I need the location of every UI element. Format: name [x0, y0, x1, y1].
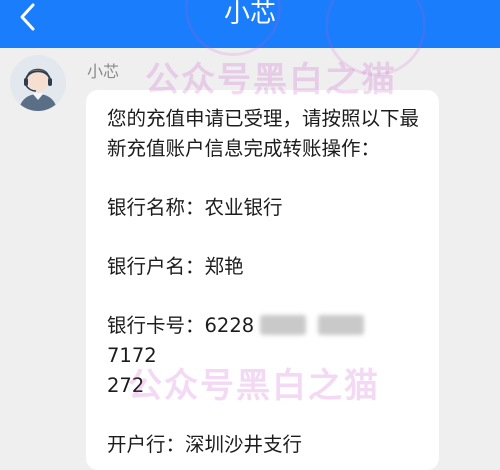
branch-line: 开户行：深圳沙井支行: [107, 433, 303, 456]
message-intro: 您的充值申请已受理，请按照以下最新充值账户信息完成转账操作：: [107, 107, 420, 160]
card-number-tail: 272: [107, 374, 145, 397]
account-name-line: 银行户名：郑艳: [107, 255, 244, 278]
redacted-digits: [260, 315, 307, 335]
card-number-start: 6228: [204, 314, 255, 337]
message-bubble[interactable]: 您的充值申请已受理，请按照以下最新充值账户信息完成转账操作： 银行名称：农业银行…: [86, 90, 439, 470]
card-number-line: 银行卡号：6228 7172 272: [107, 311, 419, 401]
bank-name-line: 银行名称：农业银行: [107, 196, 283, 219]
chat-title: 小芯: [223, 0, 276, 29]
card-number-label: 银行卡号：: [107, 314, 205, 337]
agent-avatar-icon: [10, 55, 66, 111]
title-bar: 小芯: [0, 0, 500, 48]
redacted-digits: [318, 315, 365, 335]
card-number-end: 7172: [107, 344, 157, 367]
sender-name: 小芯: [87, 62, 120, 81]
avatar[interactable]: [10, 55, 66, 111]
